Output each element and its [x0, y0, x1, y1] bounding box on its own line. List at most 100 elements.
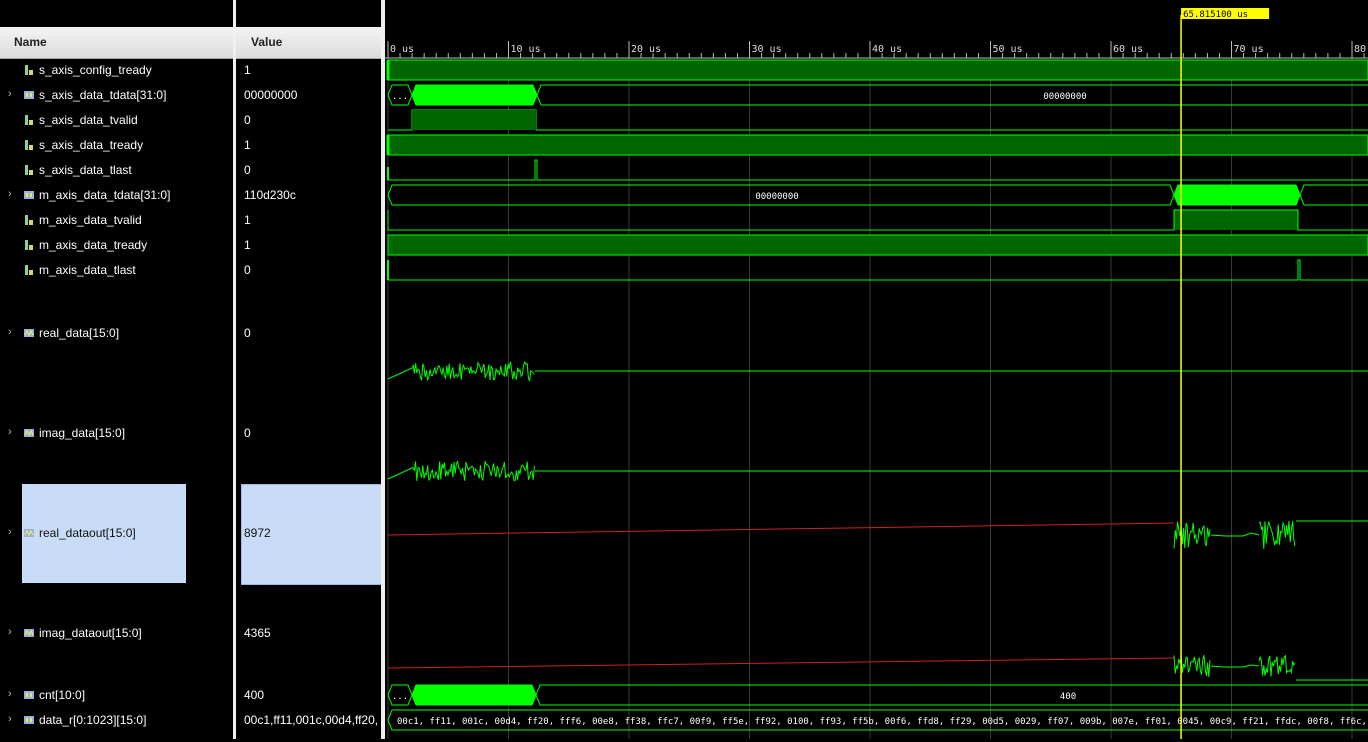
signal-value: 4365 — [244, 626, 381, 640]
wave-analog-unknown — [388, 658, 1174, 668]
wave-high-band — [1174, 210, 1298, 230]
signal-value: 1 — [244, 63, 381, 77]
value-column-header[interactable]: Value — [236, 27, 381, 59]
waveform-canvas[interactable]: 0 us 10 us 20 us 30 us 40 us 50 us 60 us 70 us 8… — [385, 3, 1368, 739]
signal-row[interactable]: m_axis_data_tvalid — [0, 213, 233, 227]
signal-row[interactable]: › m_axis_data_tdata[31:0] — [0, 188, 233, 202]
bus-signal-icon — [23, 189, 35, 201]
signal-value: 0 — [244, 163, 381, 177]
signal-row[interactable]: m_axis_data_tlast — [0, 263, 233, 277]
signal-value: 00000000 — [244, 88, 381, 102]
signal-traces: ... 00000000 00000000... 400 00c1, ff11, 001… — [388, 60, 1368, 730]
name-column: Name s_axis_config_tready › s_axis_data_td… — [0, 0, 233, 739]
name-column-header[interactable]: Name — [0, 27, 233, 59]
ruler-tick-label: 0 us — [390, 44, 414, 55]
wave-high-band — [388, 60, 1368, 80]
expand-chevron-icon[interactable]: › — [8, 626, 12, 638]
expand-chevron-icon[interactable]: › — [8, 188, 12, 200]
signal-row[interactable]: › real_data[15:0] — [0, 326, 233, 340]
signal-name: imag_dataout[15:0] — [39, 626, 142, 640]
ruler-tick-label: 50 us — [993, 44, 1023, 55]
wave-digital — [388, 160, 1368, 180]
ruler-tick-label: 60 us — [1113, 44, 1143, 55]
signal-row[interactable]: s_axis_data_tlast — [0, 163, 233, 177]
signal-name: m_axis_data_tvalid — [39, 213, 142, 227]
bit-signal-icon — [23, 264, 35, 276]
signal-value: 8972 — [244, 526, 381, 540]
bus-signal-icon — [23, 89, 35, 101]
signal-name: s_axis_data_tlast — [39, 163, 132, 177]
bus-value-label: ... — [392, 692, 408, 702]
wave-analog — [1211, 533, 1259, 536]
ruler-tick-label: 20 us — [631, 44, 661, 55]
signal-value: 00c1,ff11,001c,00d4,ff20, — [244, 713, 381, 727]
bus-value-label: 00000000 — [755, 192, 798, 202]
wave-analog — [1211, 665, 1259, 667]
bus-segment — [412, 85, 537, 105]
analog-signal-icon — [23, 427, 35, 439]
time-cursor: 65.815100 us — [1181, 8, 1269, 739]
wave-analog — [1174, 655, 1210, 677]
signal-name: m_axis_data_tdata[31:0] — [39, 188, 170, 202]
signal-row[interactable]: s_axis_data_tready — [0, 138, 233, 152]
analog-signal-icon — [23, 327, 35, 339]
signal-name: cnt[10:0] — [39, 688, 85, 702]
bit-signal-icon — [23, 239, 35, 251]
signal-value: 110d230c — [244, 188, 381, 202]
cursor-time-label: 65.815100 us — [1183, 10, 1248, 20]
signal-value: 0 — [244, 263, 381, 277]
signal-value: 0 — [244, 326, 381, 340]
bus-value-label: 00c1, ff11, 001c, 00d4, ff20, fff6, 00e8… — [397, 717, 1368, 727]
signal-row[interactable]: › s_axis_data_tdata[31:0] — [0, 88, 233, 102]
bus-value-label: 400 — [1060, 692, 1076, 702]
bit-signal-icon — [23, 214, 35, 226]
analog-signal-icon — [23, 627, 35, 639]
bit-signal-icon — [23, 139, 35, 151]
expand-chevron-icon[interactable]: › — [8, 326, 12, 338]
signal-row[interactable]: s_axis_config_tready — [0, 63, 233, 77]
wave-high-band — [388, 235, 1368, 255]
wave-digital — [388, 260, 1368, 280]
expand-chevron-icon[interactable]: › — [8, 88, 12, 100]
signal-value: 0 — [244, 426, 381, 440]
bus-value-label: 00000000 — [1043, 92, 1086, 102]
signal-row[interactable]: › imag_data[15:0] — [0, 426, 233, 440]
signal-row[interactable]: s_axis_data_tvalid — [0, 113, 233, 127]
ruler-tick-label: 30 us — [752, 44, 782, 55]
waveform-viewer[interactable]: 0 us 10 us 20 us 30 us 40 us 50 us 60 us 70 us 8… — [385, 3, 1368, 739]
ruler-tick-label: 10 us — [511, 44, 541, 55]
wave-analog — [412, 461, 534, 481]
bus-segment — [537, 85, 1368, 105]
signal-name: m_axis_data_tready — [39, 238, 147, 252]
signal-row[interactable]: › real_dataout[15:0] — [0, 526, 233, 540]
expand-chevron-icon[interactable]: › — [8, 526, 12, 538]
signal-row[interactable]: › data_r[0:1023][15:0] — [0, 713, 233, 727]
signal-value: 1 — [244, 238, 381, 252]
expand-chevron-icon[interactable]: › — [8, 713, 12, 725]
wave-analog — [1259, 656, 1295, 677]
bus-segment — [1300, 185, 1368, 205]
signal-value: 1 — [244, 213, 381, 227]
signal-row[interactable]: m_axis_data_tready — [0, 238, 233, 252]
signal-row[interactable]: › imag_dataout[15:0] — [0, 626, 233, 640]
bus-value-label: ... — [392, 92, 408, 102]
signal-name: real_dataout[15:0] — [39, 526, 136, 540]
ruler-tick-label: 40 us — [872, 44, 902, 55]
signal-name: m_axis_data_tlast — [39, 263, 136, 277]
expand-chevron-icon[interactable]: › — [8, 426, 12, 438]
signal-name: real_data[15:0] — [39, 326, 119, 340]
expand-chevron-icon[interactable]: › — [8, 688, 12, 700]
wave-analog — [388, 368, 412, 379]
bus-segment — [1174, 185, 1300, 205]
wave-analog — [388, 468, 412, 479]
wave-analog — [1259, 521, 1295, 549]
signal-name: s_axis_data_tdata[31:0] — [39, 88, 166, 102]
bit-signal-icon — [23, 164, 35, 176]
bus-signal-icon — [23, 714, 35, 726]
signal-name: s_axis_config_tready — [39, 63, 152, 77]
bit-signal-icon — [23, 114, 35, 126]
bit-signal-icon — [23, 64, 35, 76]
signal-name: s_axis_data_tvalid — [39, 113, 138, 127]
signal-value: 1 — [244, 138, 381, 152]
signal-row[interactable]: › cnt[10:0] — [0, 688, 233, 702]
